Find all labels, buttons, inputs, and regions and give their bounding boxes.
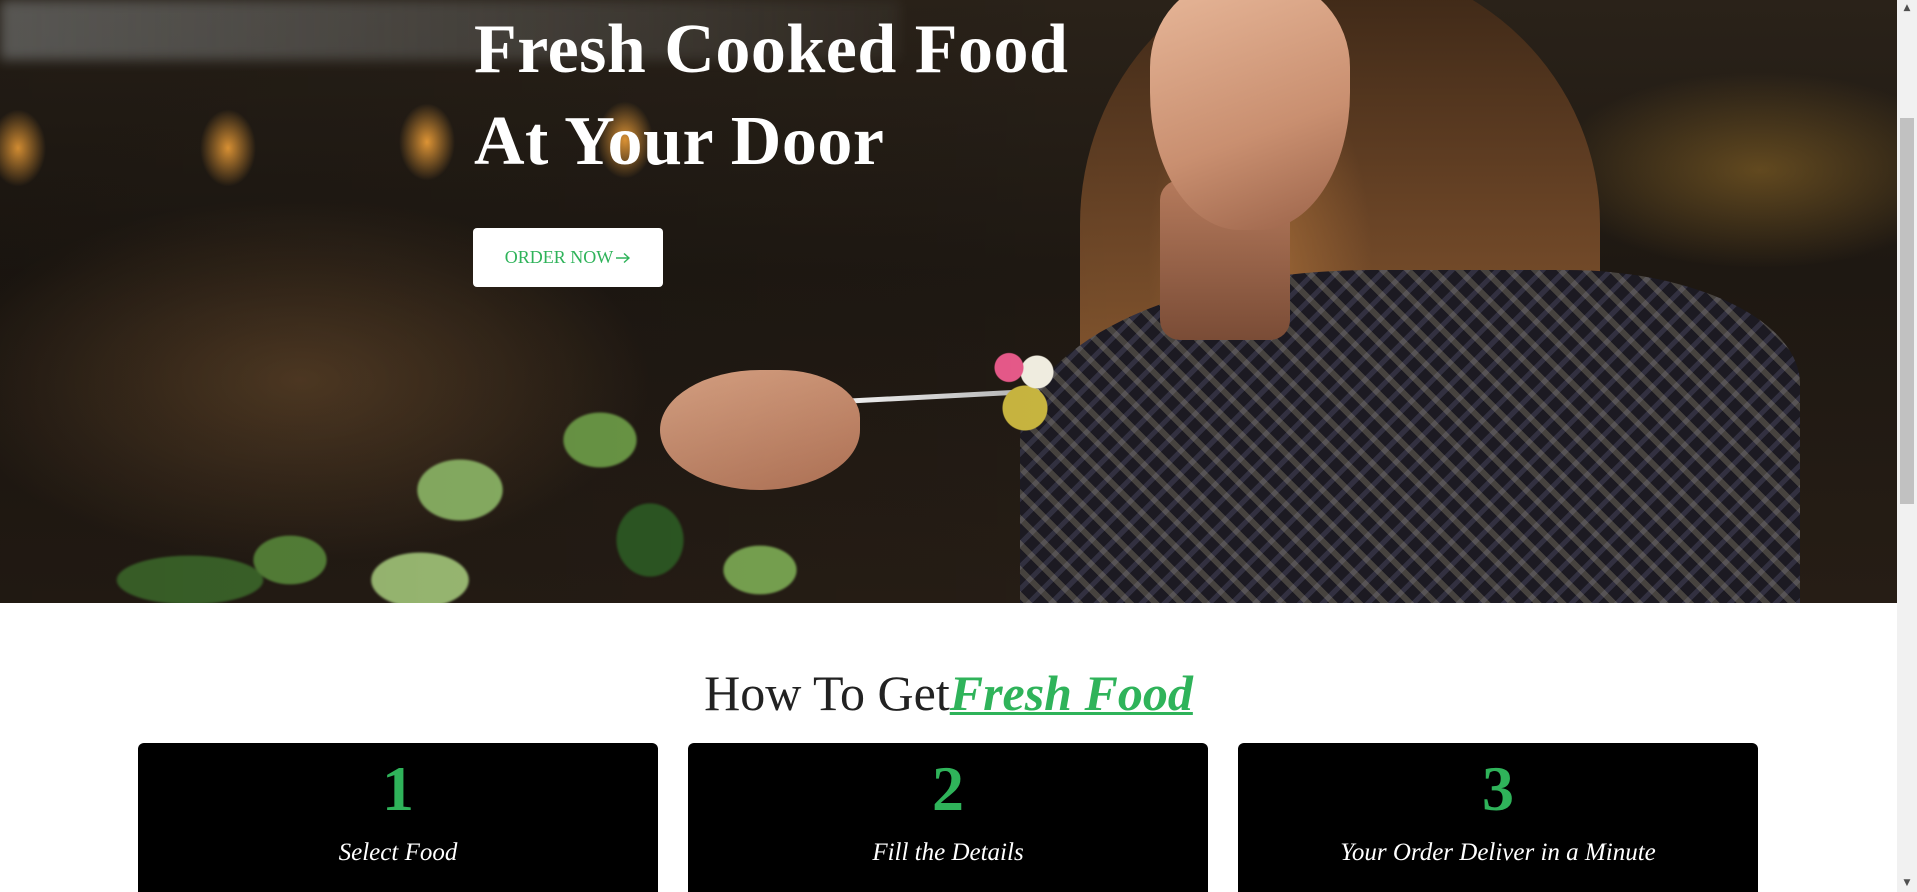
page: Fresh Cooked Food At Your Door ORDER NOW…: [0, 0, 1917, 892]
scroll-up-arrow-icon[interactable]: ▲: [1897, 0, 1917, 17]
hero-section: Fresh Cooked Food At Your Door ORDER NOW: [0, 0, 1897, 603]
step-card-3: 3 Your Order Deliver in a Minute: [1238, 743, 1758, 892]
arrow-right-icon: [615, 252, 631, 264]
how-to-heading-accent: Fresh Food: [949, 665, 1193, 721]
step-label: Select Food: [338, 839, 458, 866]
step-label: Fill the Details: [872, 839, 1024, 866]
how-to-heading-prefix: How To Get: [704, 665, 950, 721]
step-card-1: 1 Select Food: [138, 743, 658, 892]
vertical-scrollbar[interactable]: ▲ ▼: [1897, 0, 1917, 892]
step-label: Your Order Deliver in a Minute: [1340, 839, 1656, 866]
hero-title: Fresh Cooked Food At Your Door: [474, 4, 1068, 188]
step-number: 3: [1482, 753, 1514, 824]
step-card-2: 2 Fill the Details: [688, 743, 1208, 892]
order-now-button[interactable]: ORDER NOW: [473, 228, 663, 287]
hero-title-line-1: Fresh Cooked Food: [474, 11, 1069, 88]
scroll-down-arrow-icon[interactable]: ▼: [1897, 875, 1917, 892]
scrollbar-thumb[interactable]: [1900, 118, 1914, 504]
order-now-label: ORDER NOW: [504, 247, 614, 267]
step-number: 1: [382, 753, 414, 824]
step-number: 2: [932, 753, 964, 824]
steps-list: 1 Select Food 2 Fill the Details 3 Your …: [138, 743, 1758, 892]
how-to-heading: How To GetFresh Food: [0, 658, 1897, 728]
hero-title-line-2: At Your Door: [474, 103, 885, 180]
